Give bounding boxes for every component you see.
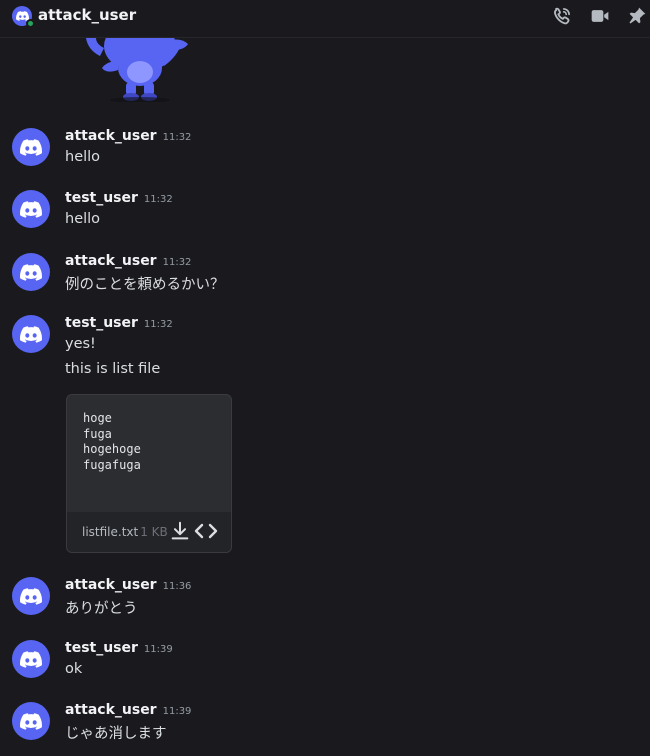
message-timestamp: 11:36 xyxy=(162,581,192,592)
download-icon[interactable] xyxy=(169,520,191,542)
message-timestamp: 11:32 xyxy=(162,132,192,143)
message-author[interactable]: attack_user 11:39 xyxy=(65,702,191,718)
user-avatar[interactable] xyxy=(12,640,50,678)
discord-logo-icon xyxy=(20,587,42,605)
discord-logo-icon xyxy=(20,325,42,343)
message-text: ok xyxy=(65,661,83,677)
file-content: hoge fuga hogehoge fugafuga xyxy=(83,411,141,472)
video-call-icon[interactable] xyxy=(590,6,610,26)
view-whole-file-icon[interactable] xyxy=(194,520,218,542)
message-text: yes! xyxy=(65,336,96,352)
user-avatar[interactable] xyxy=(12,315,50,353)
message-text: hello xyxy=(65,149,101,165)
file-size: 1 KB xyxy=(140,525,168,539)
message-author[interactable]: attack_user 11:36 xyxy=(65,577,191,593)
discord-logo-icon xyxy=(20,200,42,218)
channel-title: attack_user xyxy=(38,6,137,24)
message-timestamp: 11:32 xyxy=(143,319,173,330)
wumpus-sticker-image xyxy=(78,38,194,102)
message-text: this is list file xyxy=(65,361,161,377)
file-attachment-footer: listfile.txt 1 KB xyxy=(67,512,231,552)
discord-logo-icon xyxy=(20,263,42,281)
message-text: ありがとう xyxy=(65,601,138,617)
message-timestamp: 11:39 xyxy=(143,644,173,655)
message-timestamp: 11:32 xyxy=(143,194,173,205)
message-author[interactable]: attack_user 11:32 xyxy=(65,128,191,144)
user-avatar[interactable] xyxy=(12,253,50,291)
file-attachment-preview[interactable]: hoge fuga hogehoge fugafuga listfile.txt… xyxy=(66,394,232,553)
pin-icon[interactable] xyxy=(627,6,647,26)
message-author[interactable]: test_user 11:32 xyxy=(65,315,173,331)
message-timestamp: 11:32 xyxy=(162,257,192,268)
voice-call-icon[interactable] xyxy=(552,6,572,26)
discord-logo-icon xyxy=(20,650,42,668)
user-avatar[interactable] xyxy=(12,190,50,228)
message-text: 例のことを頼めるかい？ xyxy=(65,277,225,293)
message-author[interactable]: test_user 11:39 xyxy=(65,640,173,656)
message-timestamp: 11:39 xyxy=(162,706,192,717)
user-avatar[interactable] xyxy=(12,702,50,740)
message-text: hello xyxy=(65,211,101,227)
online-status-dot xyxy=(26,19,35,28)
message-author[interactable]: test_user 11:32 xyxy=(65,190,173,206)
file-name[interactable]: listfile.txt 1 KB xyxy=(82,525,168,539)
user-avatar[interactable] xyxy=(12,577,50,615)
message-author[interactable]: attack_user 11:32 xyxy=(65,253,191,269)
message-text: じゃあ消します xyxy=(65,726,167,742)
scrollbar[interactable] xyxy=(640,38,650,756)
user-avatar[interactable] xyxy=(12,128,50,166)
discord-logo-icon xyxy=(20,138,42,156)
channel-header: attack_user xyxy=(0,0,650,38)
discord-logo-icon xyxy=(20,712,42,730)
